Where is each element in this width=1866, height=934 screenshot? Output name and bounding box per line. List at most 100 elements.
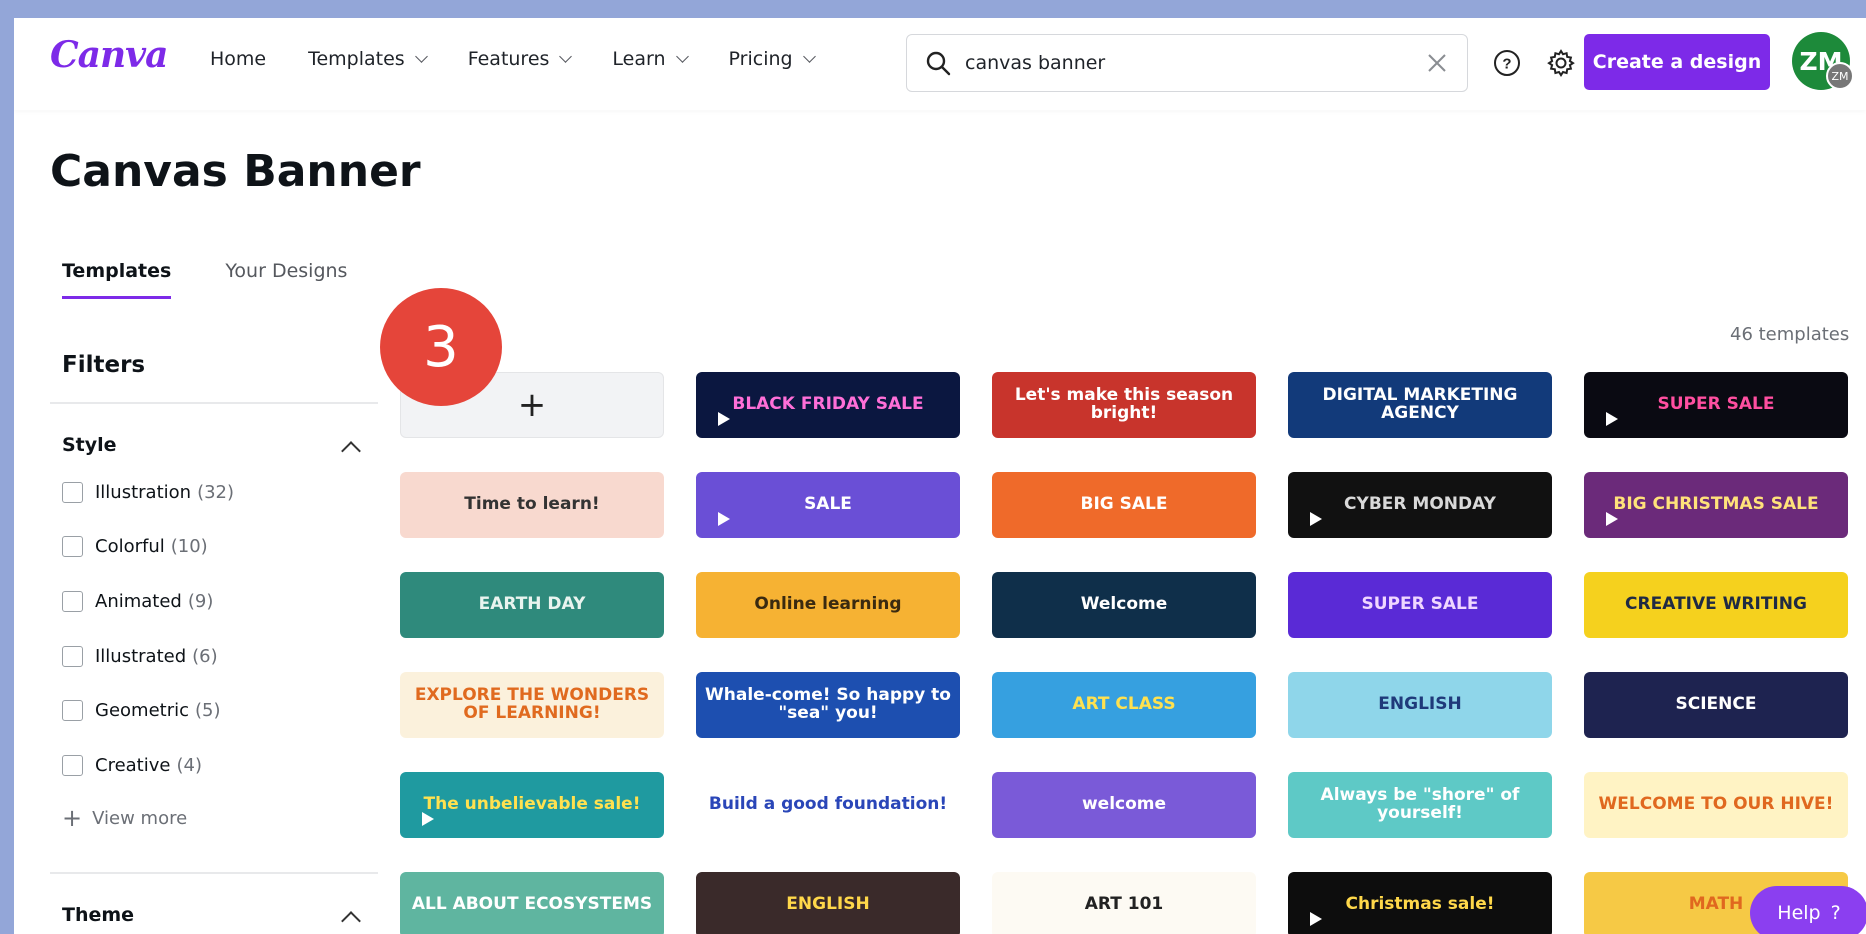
template-card[interactable]: SUPER SALE [1288, 572, 1552, 638]
plus-icon: + [62, 804, 83, 832]
template-count: 46 templates [1730, 324, 1850, 345]
template-card[interactable]: SUPER SALE [1584, 372, 1848, 438]
template-card-text: EARTH DAY [478, 594, 586, 615]
avatar-team-badge: ZM [1826, 62, 1854, 90]
template-card[interactable]: Always be "shore" of yourself! [1288, 772, 1552, 838]
template-card[interactable]: ENGLISH [696, 872, 960, 934]
chevron-down-icon [414, 50, 428, 63]
question-icon: ? [1830, 902, 1841, 924]
canva-window: Canva Home Templates Features Learn Pric… [14, 18, 1866, 934]
template-card-text: Online learning [754, 594, 902, 615]
menu-features[interactable]: Features [467, 48, 573, 70]
checkbox[interactable] [62, 591, 83, 612]
template-card-text: DIGITAL MARKETING AGENCY [1322, 385, 1518, 423]
settings-button[interactable] [1544, 46, 1578, 80]
filter-label: Illustration [95, 482, 192, 503]
theme-section-title[interactable]: Theme [62, 904, 134, 926]
template-card[interactable]: welcome [992, 772, 1256, 838]
template-card[interactable]: Build a good foundation! [696, 772, 960, 838]
chevron-down-icon [802, 50, 816, 63]
template-card[interactable]: Time to learn! [400, 472, 664, 538]
menu-learn-label: Learn [612, 48, 666, 70]
help-circle-button[interactable]: ? [1490, 46, 1524, 80]
filter-colorful[interactable]: Colorful (10) [62, 536, 208, 557]
chevron-up-icon[interactable] [341, 911, 361, 931]
search-input[interactable]: canvas banner [965, 52, 1417, 74]
template-card[interactable]: SALE [696, 472, 960, 538]
filter-label: Colorful [95, 536, 165, 557]
chevron-up-icon[interactable] [341, 441, 361, 461]
template-card[interactable]: BLACK FRIDAY SALE [696, 372, 960, 438]
template-card-text: SUPER SALE [1657, 394, 1775, 415]
create-design-button[interactable]: Create a design [1584, 34, 1770, 90]
template-card-text: SALE [804, 494, 852, 515]
template-card-text: ENGLISH [786, 894, 870, 915]
filter-animated[interactable]: Animated (9) [62, 591, 213, 612]
filter-geometric[interactable]: Geometric (5) [62, 700, 221, 721]
template-card[interactable]: Whale-come! So happy to "sea" you! [696, 672, 960, 738]
search-bar[interactable]: canvas banner [906, 34, 1468, 92]
menu-home[interactable]: Home [210, 48, 266, 70]
view-more-label: View more [92, 807, 188, 829]
template-card-text: CYBER MONDAY [1344, 494, 1496, 515]
filter-label: Creative [95, 755, 171, 776]
plus-icon: + [517, 385, 547, 425]
filter-creative[interactable]: Creative (4) [62, 755, 202, 776]
menu-features-label: Features [467, 48, 550, 70]
checkbox[interactable] [62, 646, 83, 667]
play-icon [422, 812, 434, 826]
play-icon [718, 512, 730, 526]
divider [50, 402, 378, 404]
template-card[interactable]: Online learning [696, 572, 960, 638]
filter-illustration[interactable]: Illustration (32) [62, 482, 234, 503]
filter-label: Geometric [95, 700, 189, 721]
canva-logo[interactable]: Canva [50, 34, 168, 76]
template-card[interactable]: ART CLASS [992, 672, 1256, 738]
template-card[interactable]: DIGITAL MARKETING AGENCY [1288, 372, 1552, 438]
tab-templates[interactable]: Templates [62, 260, 172, 299]
template-card[interactable]: EXPLORE THE WONDERS OF LEARNING! [400, 672, 664, 738]
filter-illustrated[interactable]: Illustrated (6) [62, 646, 218, 667]
template-card[interactable]: ART 101 [992, 872, 1256, 934]
template-card[interactable]: Christmas sale! [1288, 872, 1552, 934]
play-icon [718, 412, 730, 426]
template-card[interactable]: Let's make this season bright! [992, 372, 1256, 438]
tab-your-designs[interactable]: Your Designs [225, 260, 347, 299]
clear-search-button[interactable] [1417, 43, 1457, 83]
template-card-text: ART 101 [1084, 894, 1164, 915]
template-card-text: Always be "shore" of yourself! [1320, 785, 1520, 823]
help-button[interactable]: Help? [1750, 886, 1866, 934]
template-card-text: Whale-come! So happy to "sea" you! [705, 685, 951, 723]
menu-pricing[interactable]: Pricing [728, 48, 816, 70]
menu-templates[interactable]: Templates [308, 48, 428, 70]
checkbox[interactable] [62, 755, 83, 776]
template-card[interactable]: BIG SALE [992, 472, 1256, 538]
filter-count: (32) [197, 482, 235, 503]
checkbox[interactable] [62, 700, 83, 721]
view-more-link[interactable]: + View more [62, 804, 187, 832]
style-section-title[interactable]: Style [62, 434, 117, 456]
template-card-text: CREATIVE WRITING [1625, 594, 1807, 615]
menu-learn[interactable]: Learn [612, 48, 689, 70]
play-icon [1310, 512, 1322, 526]
template-card-text: Welcome [1080, 594, 1168, 615]
template-card[interactable]: Welcome [992, 572, 1256, 638]
checkbox[interactable] [62, 536, 83, 557]
divider [50, 872, 378, 874]
template-card[interactable]: ENGLISH [1288, 672, 1552, 738]
checkbox[interactable] [62, 482, 83, 503]
close-icon [1428, 54, 1446, 72]
template-card[interactable]: CREATIVE WRITING [1584, 572, 1848, 638]
filter-count: (10) [170, 536, 208, 557]
menu-pricing-label: Pricing [728, 48, 793, 70]
template-card[interactable]: CYBER MONDAY [1288, 472, 1552, 538]
menu-home-label: Home [210, 48, 267, 70]
template-card[interactable]: SCIENCE [1584, 672, 1848, 738]
template-card-text: SCIENCE [1675, 694, 1757, 715]
template-card[interactable]: ALL ABOUT ECOSYSTEMS [400, 872, 664, 934]
template-card[interactable]: EARTH DAY [400, 572, 664, 638]
template-card[interactable]: BIG CHRISTMAS SALE [1584, 472, 1848, 538]
template-card[interactable]: The unbelievable sale! [400, 772, 664, 838]
template-card-text: Time to learn! [464, 494, 600, 515]
template-card[interactable]: WELCOME TO OUR HIVE! [1584, 772, 1848, 838]
